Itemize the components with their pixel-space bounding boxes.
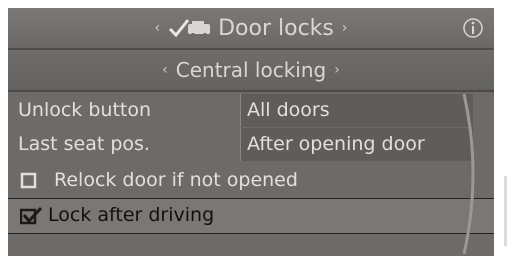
setting-value: After opening door [247,133,425,155]
setting-label: Unlock button [18,99,152,121]
menu-title: Door locks [218,15,334,41]
setting-value-box[interactable]: All doors [240,94,473,127]
submenu-title: Central locking [175,58,327,82]
option-row-relock-door[interactable]: Relock door if not opened [8,164,494,198]
option-label: Lock after driving [48,204,215,226]
setting-value-box[interactable]: After opening door [240,128,473,161]
unchecked-checkbox-icon[interactable] [20,171,40,191]
setting-value: All doors [247,99,330,121]
option-row-lock-after-driving[interactable]: Lock after driving [8,198,494,234]
menu-header[interactable]: ‹ Door locks › [8,8,494,50]
setting-row-last-seat-pos[interactable]: Last seat pos. After opening door [8,128,494,162]
setting-label: Last seat pos. [18,133,150,155]
submenu-next-arrow[interactable]: › [334,62,340,78]
idrive-screen: ‹ Door locks › ‹ Central locking › Unloc… [8,8,494,256]
info-icon[interactable] [462,17,484,39]
car-lock-icon [168,16,212,40]
next-menu-arrow[interactable]: › [342,20,348,36]
submenu-prev-arrow[interactable]: ‹ [162,62,168,78]
scroll-indicator[interactable] [460,92,484,256]
watermark-mark [504,176,507,246]
previous-menu-arrow[interactable]: ‹ [155,20,161,36]
setting-row-unlock-button[interactable]: Unlock button All doors [8,94,494,128]
submenu-header[interactable]: ‹ Central locking › [8,50,494,92]
checked-checkbox-icon[interactable] [19,206,43,226]
option-label: Relock door if not opened [54,169,298,191]
